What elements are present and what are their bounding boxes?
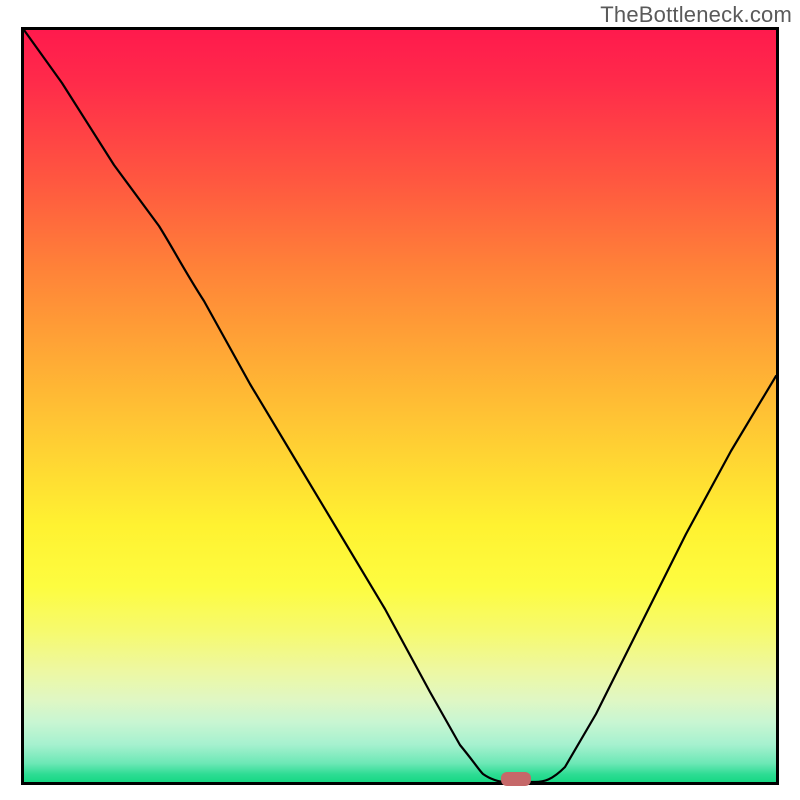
optimal-marker (501, 772, 531, 786)
watermark-text: TheBottleneck.com (600, 2, 792, 28)
chart-svg (24, 30, 776, 782)
chart-frame (21, 27, 779, 785)
bottleneck-curve (24, 30, 776, 782)
